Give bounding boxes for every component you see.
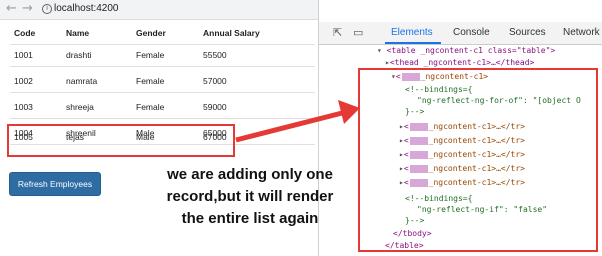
forward-icon[interactable]: → — [22, 1, 33, 16]
header-name: Name — [66, 28, 90, 38]
table-header-row: Code Name Gender Annual Salary — [10, 22, 315, 45]
header-gender: Gender — [136, 28, 166, 38]
new-record-highlight — [7, 124, 235, 157]
url-text[interactable]: localhost:4200 — [54, 3, 119, 14]
dom-thead[interactable]: ▸<thead _ngcontent-c1>…</thead> — [385, 58, 534, 68]
annotation-line-3: the entire list again — [181, 210, 319, 227]
back-icon[interactable]: ← — [6, 1, 17, 16]
cell-gender: Female — [136, 76, 165, 86]
info-icon[interactable]: i — [42, 4, 52, 14]
annotation-text: we are adding only one record,but it wil… — [140, 164, 360, 230]
rerendered-list-highlight — [358, 68, 598, 252]
refresh-employees-button[interactable]: Refresh Employees — [9, 172, 101, 196]
cell-code: 1003 — [14, 102, 33, 112]
address-bar: ← → i localhost:4200 — [0, 0, 318, 20]
cell-name: shreeja — [66, 102, 94, 112]
cell-code: 1001 — [14, 50, 33, 60]
cell-name: drashti — [66, 50, 92, 60]
table-row: 1001 drashti Female 55500 — [10, 44, 315, 67]
table-row: 1002 namrata Female 57000 — [10, 70, 315, 93]
cell-name: namrata — [66, 76, 98, 86]
cell-code: 1002 — [14, 76, 33, 86]
header-code: Code — [14, 28, 36, 38]
cell-salary: 57000 — [203, 76, 227, 86]
tab-elements[interactable]: Elements — [391, 27, 433, 38]
inspect-icon[interactable]: ⇱ — [333, 26, 342, 39]
expand-triangle-icon[interactable]: ▾ — [377, 46, 382, 55]
cell-gender: Female — [136, 50, 165, 60]
tab-sources[interactable]: Sources — [509, 27, 546, 38]
tab-console[interactable]: Console — [453, 27, 490, 38]
table-row: 1003 shreeja Female 59000 — [10, 96, 315, 119]
dom-table-open[interactable]: ▾ <table _ngcontent-c1 class="table"> — [377, 46, 555, 56]
annotation-line-1: we are adding only one — [167, 166, 333, 183]
tab-network[interactable]: Network — [563, 27, 600, 38]
cell-salary: 55500 — [203, 50, 227, 60]
annotation-line-2: record,but it will render — [166, 188, 334, 205]
devtools-tabbar: ⇱ ▭ Elements Console Sources Network — [319, 22, 602, 45]
cell-salary: 59000 — [203, 102, 227, 112]
cell-gender: Female — [136, 102, 165, 112]
header-salary: Annual Salary — [203, 28, 260, 38]
device-toolbar-icon[interactable]: ▭ — [353, 26, 363, 39]
